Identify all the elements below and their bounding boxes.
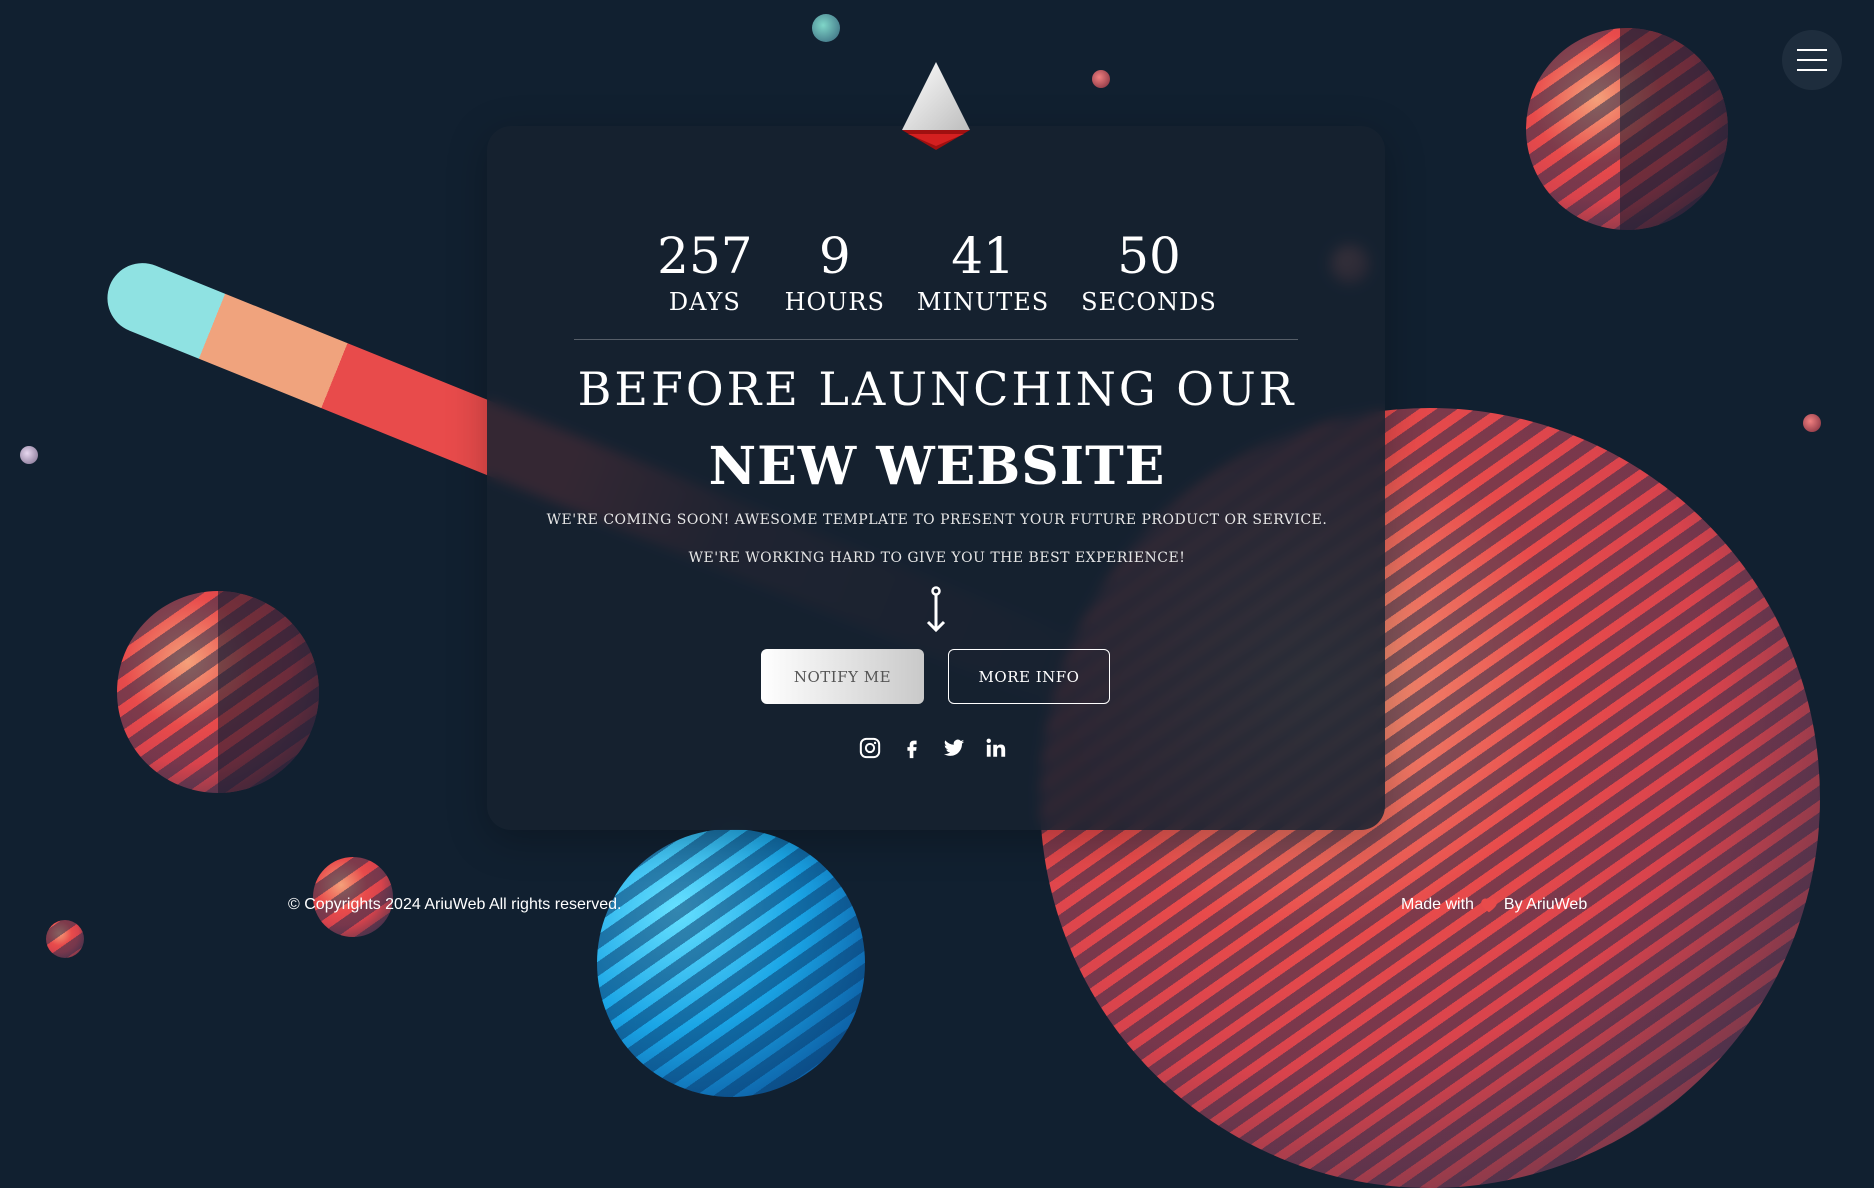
countdown-value: 9 [818, 227, 851, 285]
social-links [858, 736, 1008, 760]
instagram-icon[interactable] [858, 736, 882, 760]
countdown-label: HOURS [784, 288, 885, 316]
heart-icon [1481, 898, 1497, 913]
menu-button[interactable] [1782, 30, 1842, 90]
facebook-icon[interactable] [900, 736, 924, 760]
twitter-icon[interactable] [942, 736, 966, 760]
hero-subtitle: WE'RE COMING SOON! AWESOME TEMPLATE TO P… [546, 512, 1328, 528]
hamburger-icon [1797, 49, 1827, 71]
footer-copyright: © Copyrights 2024 AriuWeb All rights res… [288, 896, 622, 913]
blue-planet-illustration [597, 829, 865, 1097]
footer-credit: Made with By AriuWeb [1401, 896, 1587, 914]
moon-illustration [1803, 414, 1821, 432]
countdown-label: MINUTES [916, 288, 1050, 316]
footer-made-with: Made with [1401, 896, 1474, 913]
notify-me-button[interactable]: NOTIFY ME [761, 649, 924, 704]
countdown-timer: 257 DAYS 9 HOURS 41 MINUTES 50 SECONDS [0, 228, 1874, 316]
hero-title-line2: NEW WEBSITE [708, 436, 1166, 497]
countdown-label: SECONDS [1081, 288, 1217, 316]
hero-subtitle: WE'RE WORKING HARD TO GIVE YOU THE BEST … [688, 550, 1186, 566]
arrow-down-icon [926, 586, 946, 633]
countdown-value: 50 [1117, 227, 1181, 285]
countdown-days: 257 DAYS [657, 228, 752, 316]
countdown-seconds: 50 SECONDS [1081, 228, 1217, 316]
logo-icon [902, 62, 970, 150]
moon-illustration [1092, 70, 1110, 88]
more-info-button[interactable]: MORE INFO [948, 649, 1110, 704]
hero-title-line1: BEFORE LAUNCHING OUR [577, 362, 1297, 416]
countdown-value: 41 [951, 227, 1015, 285]
tiny-planet-illustration [46, 920, 84, 958]
countdown-minutes: 41 MINUTES [917, 228, 1049, 316]
divider [574, 339, 1298, 340]
footer-author-link[interactable]: By AriuWeb [1504, 896, 1587, 914]
countdown-hours: 9 HOURS [785, 228, 885, 316]
moon-illustration [812, 14, 840, 42]
linkedin-icon[interactable] [984, 736, 1008, 760]
countdown-value: 257 [657, 227, 753, 285]
countdown-label: DAYS [668, 288, 741, 316]
